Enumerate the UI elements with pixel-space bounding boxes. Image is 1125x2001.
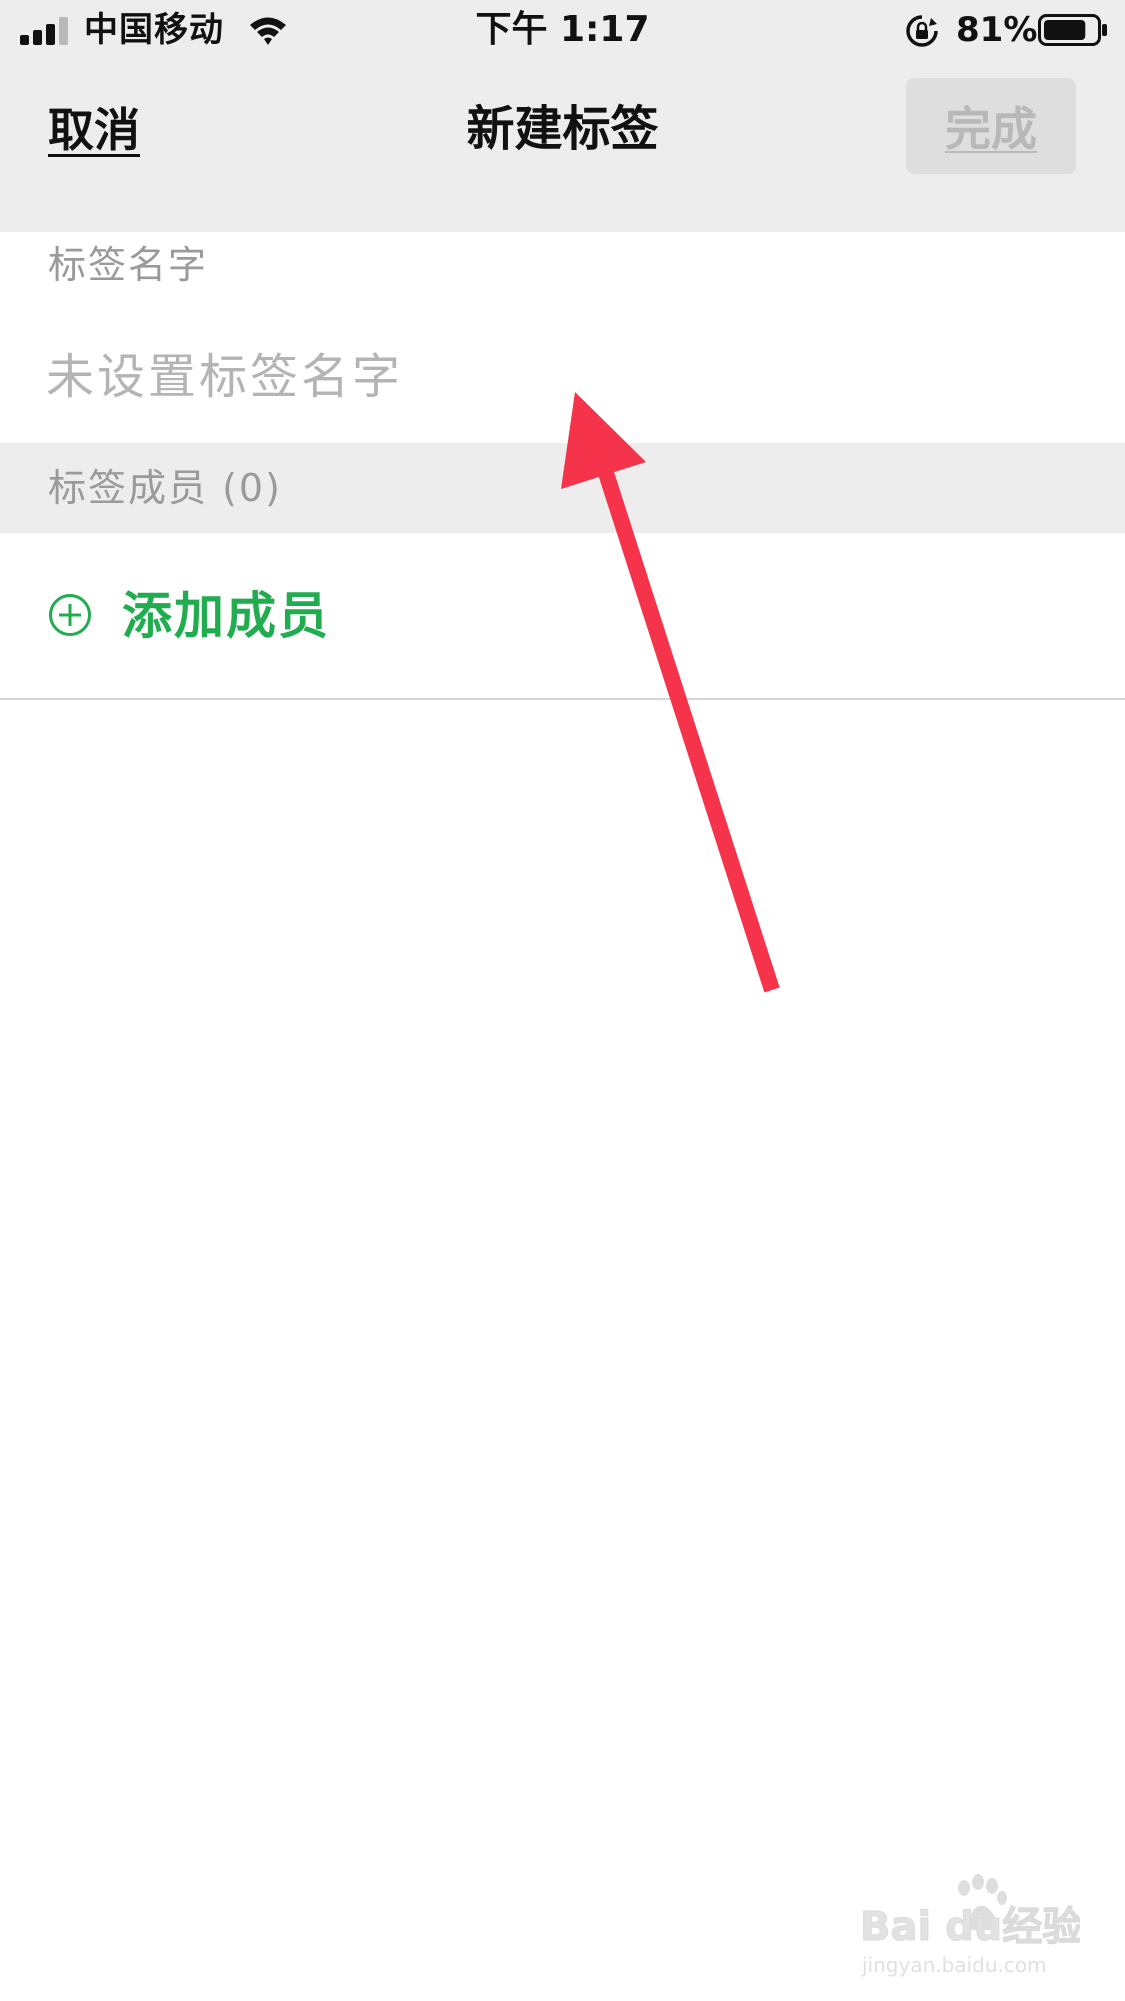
circle-plus-icon <box>49 594 91 636</box>
status-bar: 中国移动 下午 1:17 81% <box>0 0 1125 62</box>
done-button[interactable]: 完成 <box>906 78 1076 174</box>
annotation-arrow <box>561 392 780 993</box>
tag-name-row <box>0 311 1125 443</box>
battery-percent: 81% <box>956 10 1038 50</box>
add-member-label: 添加成员 <box>122 587 330 645</box>
tag-members-label: 标签成员 (0) <box>48 466 282 510</box>
nav-bar: 取消 新建标签 完成 标签名字 <box>0 62 1125 287</box>
watermark-domain: jingyan.baidu.com <box>861 1953 1047 1977</box>
baidu-jingyan-watermark: Bai du经验 jingyan.baidu.com <box>860 1874 1080 1977</box>
add-member-row[interactable]: 添加成员 <box>0 533 1125 700</box>
battery-icon <box>1038 14 1107 46</box>
tag-name-input[interactable] <box>46 311 1086 443</box>
tag-members-header: 标签成员 (0) <box>0 443 1125 533</box>
watermark-logo-text: Bai du经验 <box>860 1904 1080 1950</box>
tag-name-section-label: 标签名字 <box>48 243 209 287</box>
rotation-lock-icon <box>906 15 938 47</box>
